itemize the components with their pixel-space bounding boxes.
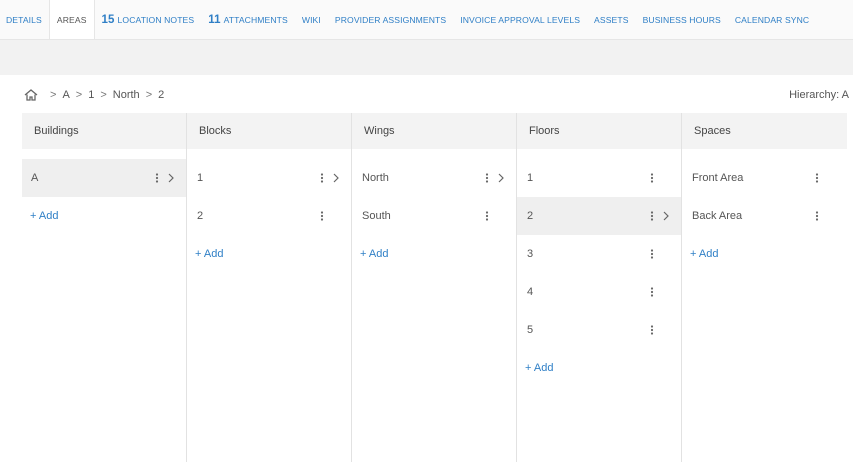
list-item[interactable]: North [352, 159, 516, 197]
tab-label: CALENDAR SYNC [734, 14, 810, 25]
column-header: Floors [517, 113, 681, 149]
home-icon[interactable] [24, 89, 38, 101]
tab-assets[interactable]: ASSETS [587, 0, 636, 39]
list-item[interactable]: 1 [517, 159, 681, 197]
tab-label: DETAILS [6, 14, 42, 25]
column-wings: Wings North South + Add [352, 113, 517, 462]
list-item[interactable]: 2 [517, 197, 681, 235]
breadcrumb-item[interactable]: 1 [88, 89, 94, 101]
list-item[interactable]: South [352, 197, 516, 235]
tab-label: AREAS [56, 15, 87, 25]
kebab-menu-icon[interactable] [647, 273, 657, 311]
kebab-menu-icon[interactable] [812, 159, 822, 197]
tab-calendar-sync[interactable]: CALENDAR SYNC [728, 0, 816, 39]
area-columns: Buildings A + Add Blocks 1 2 + Add Wings North So… [22, 113, 847, 462]
tab-location-notes[interactable]: 15 LOCATION NOTES [95, 0, 202, 39]
kebab-menu-icon[interactable] [647, 159, 657, 197]
kebab-menu-icon[interactable] [647, 311, 657, 349]
list-item-label: 3 [527, 248, 534, 260]
kebab-menu-icon[interactable] [317, 197, 327, 235]
list-item-label: 1 [197, 172, 204, 184]
breadcrumb-separator: > [145, 89, 153, 101]
add-button[interactable]: + Add [352, 235, 516, 273]
tab-label: ASSETS [594, 14, 629, 25]
chevron-right-icon[interactable] [331, 159, 341, 197]
column-header: Wings [352, 113, 516, 149]
list-item-label: A [31, 172, 39, 184]
tab-label: PROVIDER ASSIGNMENTS [334, 14, 447, 25]
kebab-menu-icon[interactable] [482, 197, 492, 235]
list-item-label: 1 [527, 172, 534, 184]
breadcrumb-item[interactable]: 2 [158, 89, 164, 101]
list-item[interactable]: 3 [517, 235, 681, 273]
breadcrumb: > A >1 > North >2 [24, 87, 164, 103]
tab-label: ATTACHMENTS [223, 14, 288, 25]
list-item[interactable]: 4 [517, 273, 681, 311]
list-item-label: 4 [527, 286, 534, 298]
column-body: A + Add [22, 149, 186, 235]
column-header: Blocks [187, 113, 351, 149]
column-buildings: Buildings A + Add [22, 113, 187, 462]
list-item[interactable]: 5 [517, 311, 681, 349]
add-button[interactable]: + Add [187, 235, 351, 273]
kebab-menu-icon[interactable] [152, 159, 162, 197]
tab-provider-assignments[interactable]: PROVIDER ASSIGNMENTS [328, 0, 453, 39]
list-item[interactable]: A [22, 159, 186, 197]
column-header: Spaces [682, 113, 847, 149]
tab-count-badge: 11 [208, 13, 221, 26]
tab-label: LOCATION NOTES [117, 14, 195, 25]
chevron-right-icon[interactable] [661, 197, 671, 235]
column-floors: Floors 1 2 3 4 5 + Add [517, 113, 682, 462]
tab-attachments[interactable]: 11 ATTACHMENTS [201, 0, 295, 39]
list-item-label: North [362, 172, 389, 184]
breadcrumb-separator: > [50, 89, 57, 101]
kebab-menu-icon[interactable] [647, 197, 657, 235]
add-button[interactable]: + Add [22, 197, 186, 235]
list-item[interactable]: 2 [187, 197, 351, 235]
list-item-label: 2 [197, 210, 204, 222]
column-blocks: Blocks 1 2 + Add [187, 113, 352, 462]
column-body: 1 2 + Add [187, 149, 351, 273]
kebab-menu-icon[interactable] [812, 197, 822, 235]
list-item-label: Front Area [692, 172, 744, 184]
list-item-label: 5 [527, 324, 534, 336]
add-button[interactable]: + Add [517, 349, 681, 387]
hierarchy-label: Hierarchy: A [789, 89, 849, 101]
tab-label: WIKI [301, 14, 321, 25]
column-header: Buildings [22, 113, 186, 149]
breadcrumb-item[interactable]: A [62, 89, 69, 101]
tab-bar: DETAILS AREAS 15 LOCATION NOTES 11 ATTACHMENT… [0, 0, 853, 40]
chevron-right-icon[interactable] [166, 159, 176, 197]
tab-invoice-approval-levels[interactable]: INVOICE APPROVAL LEVELS [453, 0, 587, 39]
tab-areas[interactable]: AREAS [48, 0, 95, 39]
column-body: North South + Add [352, 149, 516, 273]
breadcrumb-separator: > [100, 89, 107, 101]
tab-details[interactable]: DETAILS [0, 0, 49, 39]
list-item-label: 2 [527, 210, 534, 222]
tab-wiki[interactable]: WIKI [295, 0, 328, 39]
list-item-label: South [362, 210, 391, 222]
tab-count-badge: 15 [101, 13, 115, 26]
column-spaces: Spaces Front Area Back Area + Add [682, 113, 847, 462]
kebab-menu-icon[interactable] [647, 235, 657, 273]
breadcrumb-separator: > [75, 89, 83, 101]
list-item-label: Back Area [692, 210, 743, 222]
breadcrumb-item[interactable]: North [113, 89, 140, 101]
chevron-right-icon[interactable] [496, 159, 506, 197]
kebab-menu-icon[interactable] [482, 159, 492, 197]
tab-business-hours[interactable]: BUSINESS HOURS [636, 0, 728, 39]
column-body: 1 2 3 4 5 + Add [517, 149, 681, 387]
tab-label: BUSINESS HOURS [642, 14, 721, 25]
column-body: Front Area Back Area + Add [682, 149, 847, 273]
list-item[interactable]: 1 [187, 159, 351, 197]
list-item[interactable]: Back Area [682, 197, 847, 235]
toolbar-strip [0, 40, 853, 75]
add-button[interactable]: + Add [682, 235, 847, 273]
list-item[interactable]: Front Area [682, 159, 847, 197]
tab-label: INVOICE APPROVAL LEVELS [460, 14, 581, 25]
kebab-menu-icon[interactable] [317, 159, 327, 197]
